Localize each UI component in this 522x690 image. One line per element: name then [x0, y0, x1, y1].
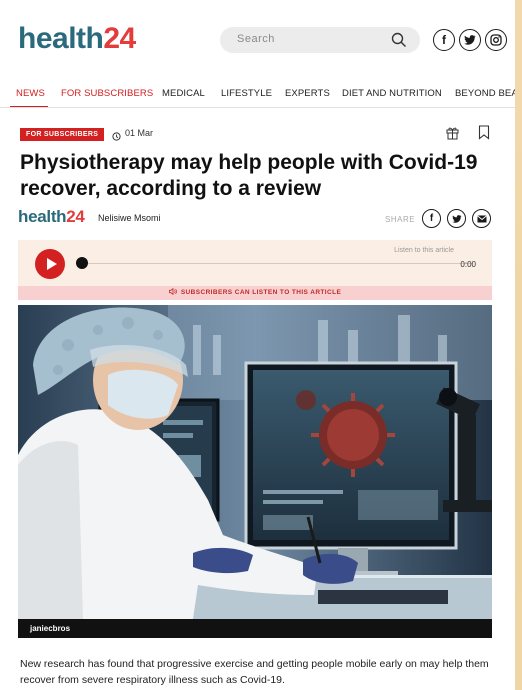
nav-item-diet-and-nutrition[interactable]: DIET AND NUTRITION: [342, 88, 442, 99]
author-name[interactable]: Nelisiwe Msomi: [98, 213, 161, 223]
main-nav: NEWS FOR SUBSCRIBERS MEDICAL LIFESTYLE E…: [0, 78, 515, 108]
nav-item-medical[interactable]: MEDICAL: [162, 88, 205, 99]
article-title: Physiotherapy may help people with Covid…: [20, 151, 478, 200]
subscribers-listen-text: SUBSCRIBERS CAN LISTEN TO THIS ARTICLE: [180, 289, 342, 296]
article-date: 01 Mar: [125, 128, 154, 138]
logo-text-24: 24: [103, 22, 136, 55]
site-logo[interactable]: health24: [18, 22, 136, 56]
audio-progress-track[interactable]: [83, 263, 473, 264]
byline-logo-health: health: [18, 207, 67, 226]
nav-item-news[interactable]: NEWS: [16, 88, 45, 99]
nav-active-indicator: [10, 106, 48, 107]
subscribers-badge: FOR SUBSCRIBERS: [20, 128, 105, 141]
image-caption: janiecbros: [18, 619, 492, 638]
speaker-icon: [168, 287, 177, 301]
article-page: health24 Search f NEWS FOR SUBSCRIBERS M…: [0, 0, 515, 690]
audio-player: Listen to this article 0:00: [18, 240, 492, 286]
clock-icon: [112, 128, 121, 146]
audio-progress-handle[interactable]: [76, 257, 88, 269]
gift-icon[interactable]: [445, 125, 460, 145]
byline-logo-24: 24: [66, 207, 85, 226]
subscribers-listen-notice: SUBSCRIBERS CAN LISTEN TO THIS ARTICLE: [18, 286, 492, 300]
search-icon[interactable]: [390, 31, 408, 54]
bookmark-icon[interactable]: [478, 125, 490, 145]
twitter-icon[interactable]: [459, 29, 481, 51]
listen-label: Listen to this article: [394, 247, 454, 254]
logo-text-health: health: [18, 22, 104, 55]
site-header: health24 Search f: [0, 0, 515, 78]
article-body: New research has found that progressive …: [20, 658, 489, 686]
nav-item-for-subscribers[interactable]: FOR SUBSCRIBERS: [61, 88, 153, 99]
search-input[interactable]: Search: [220, 27, 420, 53]
nav-item-beyond-beauty[interactable]: BEYOND BEA: [455, 88, 515, 99]
share-facebook-icon[interactable]: f: [422, 209, 441, 228]
instagram-icon[interactable]: [485, 29, 507, 51]
search-placeholder: Search: [237, 33, 275, 45]
share-label: SHARE: [385, 215, 416, 224]
play-button[interactable]: [35, 249, 65, 279]
facebook-icon[interactable]: f: [433, 29, 455, 51]
article-hero-image[interactable]: [18, 305, 492, 619]
share-email-icon[interactable]: [472, 209, 491, 228]
nav-item-lifestyle[interactable]: LIFESTYLE: [221, 88, 272, 99]
byline-logo: health24: [18, 207, 85, 227]
nav-item-experts[interactable]: EXPERTS: [285, 88, 330, 99]
audio-time: 0:00: [460, 260, 476, 269]
share-twitter-icon[interactable]: [447, 209, 466, 228]
